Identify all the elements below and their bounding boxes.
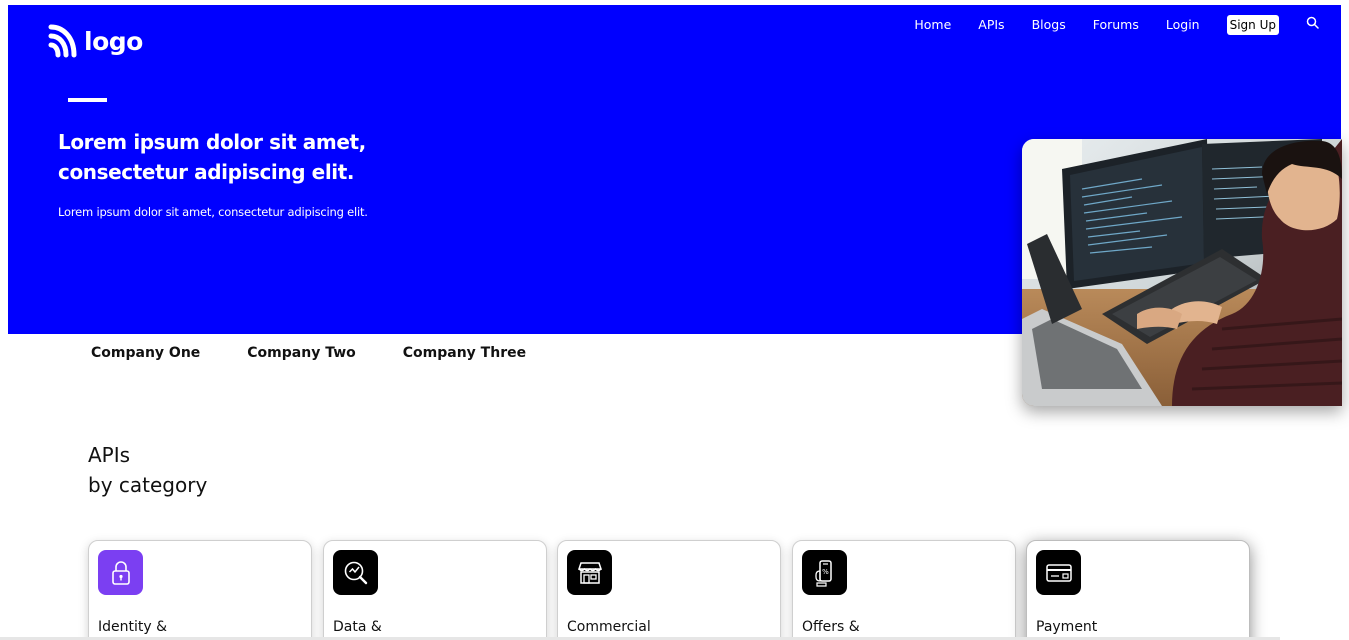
hero-title: Lorem ipsum dolor sit amet, consectetur … bbox=[58, 130, 366, 184]
apis-title-line2: by category bbox=[88, 473, 208, 497]
category-label: Commercial bbox=[567, 619, 651, 635]
signup-button[interactable]: Sign Up bbox=[1226, 15, 1279, 35]
credit-card-icon bbox=[1036, 550, 1081, 595]
logo-signal-icon bbox=[48, 23, 78, 59]
developer-photo bbox=[1022, 139, 1342, 406]
search-icon[interactable] bbox=[1306, 16, 1319, 29]
category-label: Offers & bbox=[802, 619, 860, 635]
logo-text: logo bbox=[84, 26, 143, 56]
company-one: Company One bbox=[91, 345, 201, 361]
nav-blogs[interactable]: Blogs bbox=[1032, 17, 1066, 32]
category-label: Identity & bbox=[98, 619, 168, 635]
hero-subtitle: Lorem ipsum dolor sit amet, consectetur … bbox=[58, 205, 368, 219]
lock-icon bbox=[98, 550, 143, 595]
category-card-offers[interactable]: % Offers & bbox=[792, 540, 1016, 640]
category-card-data[interactable]: Data & bbox=[323, 540, 547, 640]
company-three: Company Three bbox=[402, 345, 527, 361]
category-label: Data & bbox=[333, 619, 382, 635]
nav-apis[interactable]: APIs bbox=[978, 17, 1004, 32]
company-logos: Company One Company Two Company Three bbox=[91, 345, 526, 361]
storefront-icon bbox=[567, 550, 612, 595]
category-card-identity[interactable]: Identity & bbox=[88, 540, 312, 640]
mobile-offer-icon: % bbox=[802, 550, 847, 595]
hero-accent-bar bbox=[68, 98, 107, 102]
svg-text:%: % bbox=[822, 568, 829, 576]
category-card-commercial[interactable]: Commercial bbox=[557, 540, 781, 640]
nav-login[interactable]: Login bbox=[1166, 17, 1200, 32]
nav-forums[interactable]: Forums bbox=[1093, 17, 1139, 32]
category-card-payment[interactable]: Payment bbox=[1026, 540, 1250, 640]
apis-title-line1: APIs bbox=[88, 443, 131, 467]
analytics-search-icon bbox=[333, 550, 378, 595]
main-nav: Home APIs Blogs Forums Login Sign Up bbox=[914, 14, 1319, 35]
nav-home[interactable]: Home bbox=[914, 17, 951, 32]
apis-section-title: APIs by category bbox=[88, 440, 207, 500]
logo[interactable]: logo bbox=[48, 23, 143, 59]
company-two: Company Two bbox=[247, 345, 356, 361]
category-label: Payment bbox=[1036, 619, 1098, 635]
